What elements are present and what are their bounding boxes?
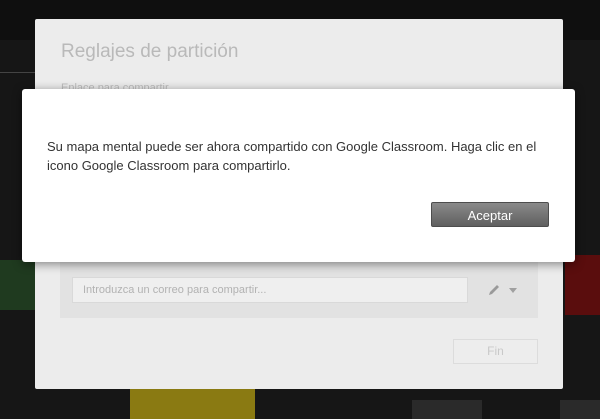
background-divider bbox=[0, 72, 35, 73]
dialog-title: Reglajes de partición bbox=[61, 41, 239, 62]
pencil-icon[interactable] bbox=[487, 283, 501, 297]
finish-button[interactable]: Fin bbox=[453, 339, 538, 364]
background-thumbnail bbox=[412, 400, 482, 419]
share-email-input[interactable] bbox=[72, 277, 468, 303]
background-thumbnail bbox=[565, 255, 600, 315]
classroom-alert-dialog: Su mapa mental puede ser ahora compartid… bbox=[22, 89, 575, 262]
alert-message: Su mapa mental puede ser ahora compartid… bbox=[47, 139, 537, 173]
chevron-down-icon[interactable] bbox=[509, 288, 517, 294]
accept-button[interactable]: Aceptar bbox=[431, 202, 549, 227]
background-thumbnail bbox=[560, 400, 600, 419]
background-thumbnail bbox=[130, 389, 255, 419]
background-thumbnail bbox=[0, 260, 35, 310]
